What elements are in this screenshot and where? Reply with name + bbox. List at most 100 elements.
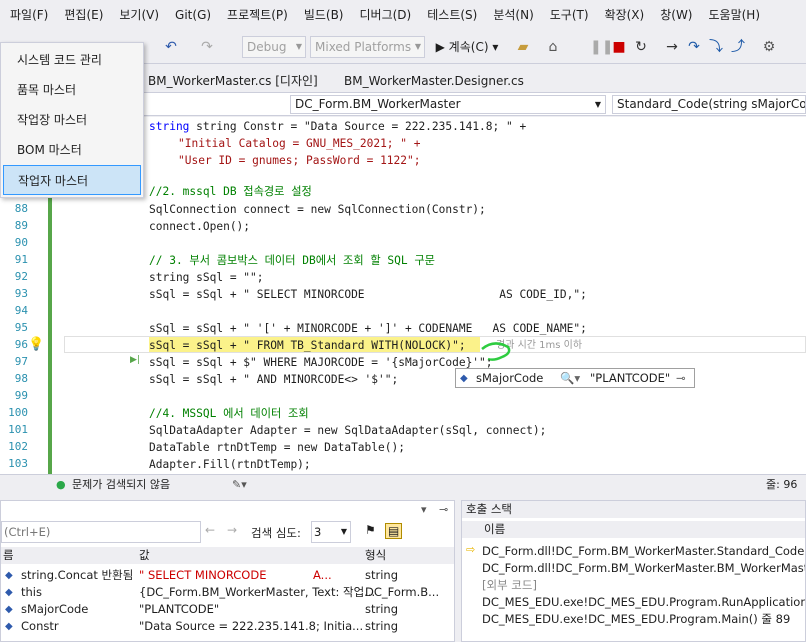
menu-item-item-master[interactable]: 품목 마스터: [3, 75, 141, 105]
brush-icon[interactable]: ✎▾: [232, 475, 247, 494]
line-number: 90: [14, 236, 28, 249]
menu-bar: 파일(F) 편집(E) 보기(V) Git(G) 프로젝트(P) 빌드(B) 디…: [0, 0, 806, 30]
issues-status[interactable]: 문제가 검색되지 않음: [72, 475, 170, 494]
step-out-icon[interactable]: ⤴: [730, 37, 746, 57]
var-name: sMajorCode: [21, 602, 89, 616]
undo-icon[interactable]: ↶: [162, 37, 180, 57]
pause-icon[interactable]: ❚❚: [590, 37, 613, 57]
var-type: DC_Form.B...: [365, 585, 440, 599]
restart-icon[interactable]: ↻: [632, 37, 650, 57]
col-value: 값: [139, 548, 150, 562]
folder-icon[interactable]: ▰: [514, 37, 532, 57]
continue-button[interactable]: ▶ 계속(C) ▾: [428, 37, 506, 57]
platform-combo[interactable]: Mixed Platforms ▼: [310, 36, 425, 58]
line-number: 93: [14, 287, 28, 300]
step-arrow-icon[interactable]: →: [664, 37, 680, 57]
search-depth-select[interactable]: 3 ▼: [311, 521, 351, 543]
locals-row[interactable]: ◆ this {DC_Form.BM_WorkerMaster, Text: 작…: [1, 584, 454, 601]
line-number: 102: [8, 440, 28, 453]
menu-debug[interactable]: 디버그(D): [352, 0, 420, 30]
config-combo[interactable]: Debug ▼: [242, 36, 306, 58]
method-dropdown[interactable]: Standard_Code(string sMajorCode): [612, 95, 806, 114]
editor-status-strip: ● 문제가 검색되지 않음 ✎▾ 줄: 96: [0, 474, 806, 494]
view-toggle-icon[interactable]: ▤: [385, 523, 403, 539]
var-name: string.Concat 반환됨: [21, 568, 134, 582]
variable-icon: ◆: [5, 604, 13, 615]
menu-git[interactable]: Git(G): [167, 0, 219, 30]
menu-tools[interactable]: 도구(T): [542, 0, 597, 30]
pin-icon[interactable]: ⊸: [439, 503, 448, 516]
step-over-icon[interactable]: ↷: [686, 37, 702, 57]
locals-header: 름 값 형식: [1, 547, 454, 564]
current-frame-arrow-icon: ⇨: [466, 543, 476, 556]
code-line: SqlDataAdapter Adapter = new SqlDataAdap…: [149, 424, 547, 437]
window-dropdown-menu: 시스템 코드 관리 품목 마스터 작업장 마스터 BOM 마스터 작업자 마스터: [0, 42, 144, 198]
menu-window[interactable]: 창(W): [652, 0, 700, 30]
step-into-icon[interactable]: ⤵: [708, 37, 724, 57]
menu-item-bom-master[interactable]: BOM 마스터: [3, 135, 141, 165]
tab-designer[interactable]: BM_WorkerMaster.cs [디자인]: [140, 70, 326, 92]
redo-icon[interactable]: ↷: [198, 37, 216, 57]
call-stack-frame[interactable]: DC_MES_EDU.exe!DC_MES_EDU.Program.Main()…: [482, 611, 805, 628]
filter-icon[interactable]: ⚑: [365, 523, 376, 537]
code-comment: //4. MSSQL 에서 데이터 조회: [149, 407, 309, 420]
var-value: {DC_Form.BM_WorkerMaster, Text: 작업...: [139, 585, 376, 599]
locals-row[interactable]: ◆ sMajorCode "PLANTCODE" string: [1, 601, 454, 618]
code-line: "User ID = gnumes; PassWord = 1122";: [178, 154, 421, 167]
menu-item-workcenter-master[interactable]: 작업장 마스터: [3, 105, 141, 135]
home-icon[interactable]: ⌂: [544, 37, 562, 57]
menu-file[interactable]: 파일(F): [2, 0, 56, 30]
code-line: SqlConnection connect = new SqlConnectio…: [149, 203, 486, 216]
line-number: 94: [14, 304, 28, 317]
call-stack-frame[interactable]: DC_Form.dll!DC_Form.BM_WorkerMaster.BM_W…: [482, 560, 805, 577]
run-to-click-icon[interactable]: ▶|: [130, 355, 140, 365]
menu-extensions[interactable]: 확장(X): [597, 0, 653, 30]
tab-designer-cs[interactable]: BM_WorkerMaster.Designer.cs: [336, 70, 532, 92]
menu-item-system-code[interactable]: 시스템 코드 관리: [3, 45, 141, 75]
menu-item-worker-master[interactable]: 작업자 마스터: [3, 165, 141, 195]
call-stack-frame[interactable]: DC_MES_EDU.exe!DC_MES_EDU.Program.RunApp…: [482, 594, 805, 611]
tools-icon[interactable]: ⚙: [760, 37, 778, 57]
call-stack-frame[interactable]: [외부 코드]: [482, 577, 805, 594]
menu-view[interactable]: 보기(V): [111, 0, 167, 30]
dropdown-arrow-icon[interactable]: ▾: [421, 503, 427, 516]
code-comment: // 3. 부서 콤보박스 데이터 DB에서 조회 할 SQL 구문: [149, 254, 435, 267]
line-number: 97: [14, 355, 28, 368]
var-type: string: [365, 602, 399, 616]
class-dropdown[interactable]: DC_Form.BM_WorkerMaster ▼: [290, 95, 606, 114]
menu-project[interactable]: 프로젝트(P): [219, 0, 296, 30]
nav-forward-icon[interactable]: →: [227, 523, 237, 537]
menu-test[interactable]: 테스트(S): [419, 0, 485, 30]
var-flag: A...: [313, 568, 332, 582]
code-line: sSql = sSql + " '[' + MINORCODE + ']' + …: [149, 322, 587, 335]
var-name: Constr: [21, 619, 59, 633]
line-number: 91: [14, 253, 28, 266]
menu-analyze[interactable]: 분석(N): [485, 0, 541, 30]
locals-window: ▾ ⊸ (Ctrl+E) ← → 검색 심도: 3 ▼ ⚑ ▤ 름 값 형식 ◆ …: [0, 500, 455, 642]
locals-row[interactable]: ◆ string.Concat 반환됨 " SELECT MINORCODE A…: [1, 567, 454, 584]
menu-help[interactable]: 도움말(H): [701, 0, 769, 30]
pin-icon[interactable]: ⊸: [676, 369, 686, 387]
call-stack-title: 호출 스택: [462, 501, 805, 518]
lightbulb-icon[interactable]: 💡: [28, 337, 44, 352]
stop-icon[interactable]: ■: [612, 37, 626, 57]
check-icon: ●: [56, 478, 66, 491]
code-line: string string Constr = "Data Source = 22…: [149, 120, 527, 133]
locals-search-input[interactable]: (Ctrl+E): [1, 521, 201, 543]
variable-icon: ◆: [5, 621, 13, 632]
nav-back-icon[interactable]: ←: [205, 523, 215, 537]
var-type: string: [365, 568, 399, 582]
var-name: this: [21, 585, 42, 599]
menu-edit[interactable]: 편집(E): [56, 0, 111, 30]
magnifier-icon[interactable]: 🔍▾: [560, 369, 580, 387]
code-text: string Constr = "Data Source = 222.235.1…: [196, 120, 527, 133]
code-line: "Initial Catalog = GNU_MES_2021; " +: [178, 137, 421, 150]
call-stack-frame[interactable]: DC_Form.dll!DC_Form.BM_WorkerMaster.Stan…: [482, 543, 805, 560]
line-number: 100: [8, 406, 28, 419]
call-stack-window: 호출 스택 이름 ⇨ DC_Form.dll!DC_Form.BM_Worker…: [461, 500, 806, 642]
locals-row[interactable]: ◆ Constr "Data Source = 222.235.141.8; I…: [1, 618, 454, 635]
line-number: 96: [14, 338, 28, 351]
menu-build[interactable]: 빌드(B): [296, 0, 352, 30]
line-number: 95: [14, 321, 28, 334]
datatip[interactable]: ◆ sMajorCode 🔍▾ "PLANTCODE" ⊸: [455, 368, 695, 388]
